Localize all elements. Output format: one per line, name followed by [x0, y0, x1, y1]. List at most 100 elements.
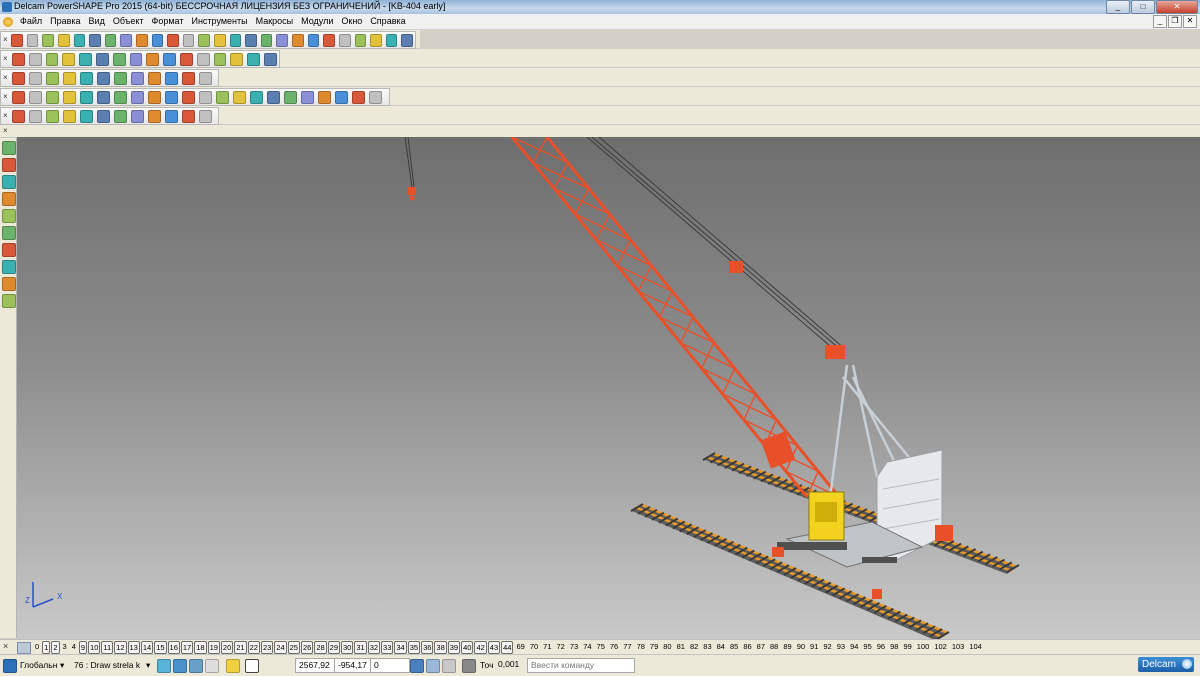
menu-item-7[interactable]: Модули [297, 16, 337, 26]
level-button[interactable]: 76 [608, 641, 620, 652]
surface-toolbar-tool-icon[interactable] [29, 90, 42, 104]
level-button[interactable]: 22 [247, 641, 260, 654]
view-toolbar-tool-icon[interactable] [79, 52, 92, 66]
create-tool-icon[interactable] [2, 175, 16, 189]
menu-item-9[interactable]: Справка [366, 16, 409, 26]
command-input[interactable]: Ввести команду [527, 658, 635, 673]
view-toolbar-tool-icon[interactable] [230, 52, 244, 66]
level-button[interactable]: 91 [808, 641, 820, 652]
shading-toolbar-tool-icon[interactable] [29, 71, 42, 85]
view-toolbar-tool-icon[interactable] [112, 52, 126, 66]
main-toolbar-tool-icon[interactable] [151, 33, 164, 47]
main-toolbar-tool-icon[interactable] [104, 33, 117, 47]
line-style-icon[interactable] [205, 659, 219, 673]
view-toolbar-tool-icon[interactable] [247, 52, 261, 66]
level-button[interactable]: 43 [487, 641, 501, 654]
level-button[interactable]: 3 [61, 641, 69, 652]
menu-item-3[interactable]: Объект [109, 16, 148, 26]
tolerance-value[interactable]: 0,001 [495, 658, 527, 671]
create-tool-icon[interactable] [2, 294, 16, 308]
level-button[interactable]: 77 [621, 641, 633, 652]
level-button[interactable]: 34 [394, 641, 407, 654]
level-button[interactable]: 1 [42, 641, 51, 654]
level-button[interactable]: 88 [768, 641, 780, 652]
workplane-dropdown-icon[interactable]: ▾ [60, 660, 64, 671]
view-toolbar-tool-icon[interactable] [28, 52, 42, 66]
level-button[interactable]: 10 [88, 641, 101, 654]
level-button[interactable]: 25 [287, 641, 300, 654]
surface-toolbar-tool-icon[interactable] [46, 90, 59, 104]
shading-toolbar-tool-icon[interactable] [165, 71, 178, 85]
main-toolbar-tool-icon[interactable] [229, 33, 242, 47]
main-toolbar-tool-icon[interactable] [57, 33, 70, 47]
main-toolbar-tool-icon[interactable] [198, 33, 211, 47]
shading-toolbar-tool-icon[interactable] [199, 71, 212, 85]
create-tool-icon[interactable] [2, 158, 16, 172]
main-toolbar-tool-icon[interactable] [385, 33, 398, 47]
workplane-icon[interactable] [3, 659, 17, 673]
grid-icon[interactable] [245, 659, 259, 673]
shading-toolbar-tool-icon[interactable] [80, 71, 93, 85]
level-button[interactable]: 99 [901, 641, 913, 652]
level-button[interactable]: 26 [300, 641, 314, 654]
level-button[interactable]: 81 [675, 641, 687, 652]
surface-toolbar-tool-icon[interactable] [335, 90, 348, 104]
level-button[interactable]: 75 [595, 641, 607, 652]
level-button[interactable]: 94 [848, 641, 860, 652]
solid-toolbar-tool-icon[interactable] [199, 109, 212, 123]
main-toolbar-tool-icon[interactable] [89, 33, 101, 47]
level-button[interactable]: 13 [127, 641, 140, 654]
solid-toolbar-tool-icon[interactable] [80, 109, 93, 123]
level-button[interactable]: 79 [648, 641, 660, 652]
level-button[interactable]: 78 [635, 641, 647, 652]
menu-item-4[interactable]: Формат [148, 16, 188, 26]
level-button[interactable]: 24 [274, 641, 287, 654]
level-button[interactable]: 19 [207, 641, 220, 654]
solid-toolbar-tool-icon[interactable] [114, 109, 127, 123]
level-dropdown-icon[interactable]: ▾ [146, 660, 150, 671]
level-button[interactable]: 16 [167, 641, 180, 654]
view-toolbar-tool-icon[interactable] [129, 52, 143, 66]
view-toolbar-tool-icon[interactable] [264, 52, 277, 66]
workplane-select[interactable]: Глобальн [20, 660, 57, 670]
doc-restore-icon[interactable]: ❐ [1168, 15, 1182, 28]
shading-toolbar-close-icon[interactable]: × [3, 72, 10, 84]
view-toolbar-tool-icon[interactable] [213, 52, 227, 66]
calculator-icon[interactable] [410, 659, 424, 673]
view-toolbar-tool-icon[interactable] [180, 52, 193, 66]
toolbar-close-icon[interactable]: × [3, 125, 10, 137]
surface-toolbar-tool-icon[interactable] [250, 90, 263, 104]
level-button[interactable]: 11 [101, 641, 114, 654]
graphics-viewport[interactable]: Z X [17, 137, 1200, 639]
main-toolbar-tool-icon[interactable] [11, 33, 23, 47]
surface-toolbar-tool-icon[interactable] [352, 90, 365, 104]
menu-item-5[interactable]: Инструменты [187, 16, 251, 26]
create-tool-icon[interactable] [2, 277, 16, 291]
level-button[interactable]: 82 [688, 641, 700, 652]
level-button[interactable]: 70 [528, 641, 540, 652]
document-icon[interactable] [3, 17, 13, 27]
level-selector[interactable]: 76 : Draw strela k [74, 660, 140, 670]
surface-toolbar-tool-icon[interactable] [80, 90, 93, 104]
menu-item-2[interactable]: Вид [85, 16, 109, 26]
surface-toolbar-tool-icon[interactable] [301, 90, 314, 104]
level-button[interactable]: 36 [421, 641, 434, 654]
colour-icon[interactable] [157, 659, 171, 673]
solid-toolbar-tool-icon[interactable] [165, 109, 178, 123]
level-button[interactable]: 72 [555, 641, 567, 652]
level-button[interactable]: 29 [327, 641, 341, 654]
create-tool-icon[interactable] [2, 260, 16, 274]
surface-toolbar-tool-icon[interactable] [148, 90, 161, 104]
coord-x-field[interactable]: 2567,92 [295, 658, 335, 673]
close-icon[interactable]: ✕ [1156, 0, 1198, 14]
surface-toolbar-tool-icon[interactable] [318, 90, 331, 104]
main-toolbar-tool-icon[interactable] [73, 33, 86, 47]
main-toolbar-tool-icon[interactable] [354, 33, 367, 47]
solid-toolbar-tool-icon[interactable] [46, 109, 59, 123]
view-toolbar-tool-icon[interactable] [146, 52, 160, 66]
surface-toolbar-tool-icon[interactable] [267, 90, 280, 104]
surface-toolbar-tool-icon[interactable] [182, 90, 195, 104]
level-button[interactable]: 100 [915, 641, 932, 652]
level-button[interactable]: 2 [51, 641, 60, 654]
level-button[interactable]: 102 [932, 641, 949, 652]
